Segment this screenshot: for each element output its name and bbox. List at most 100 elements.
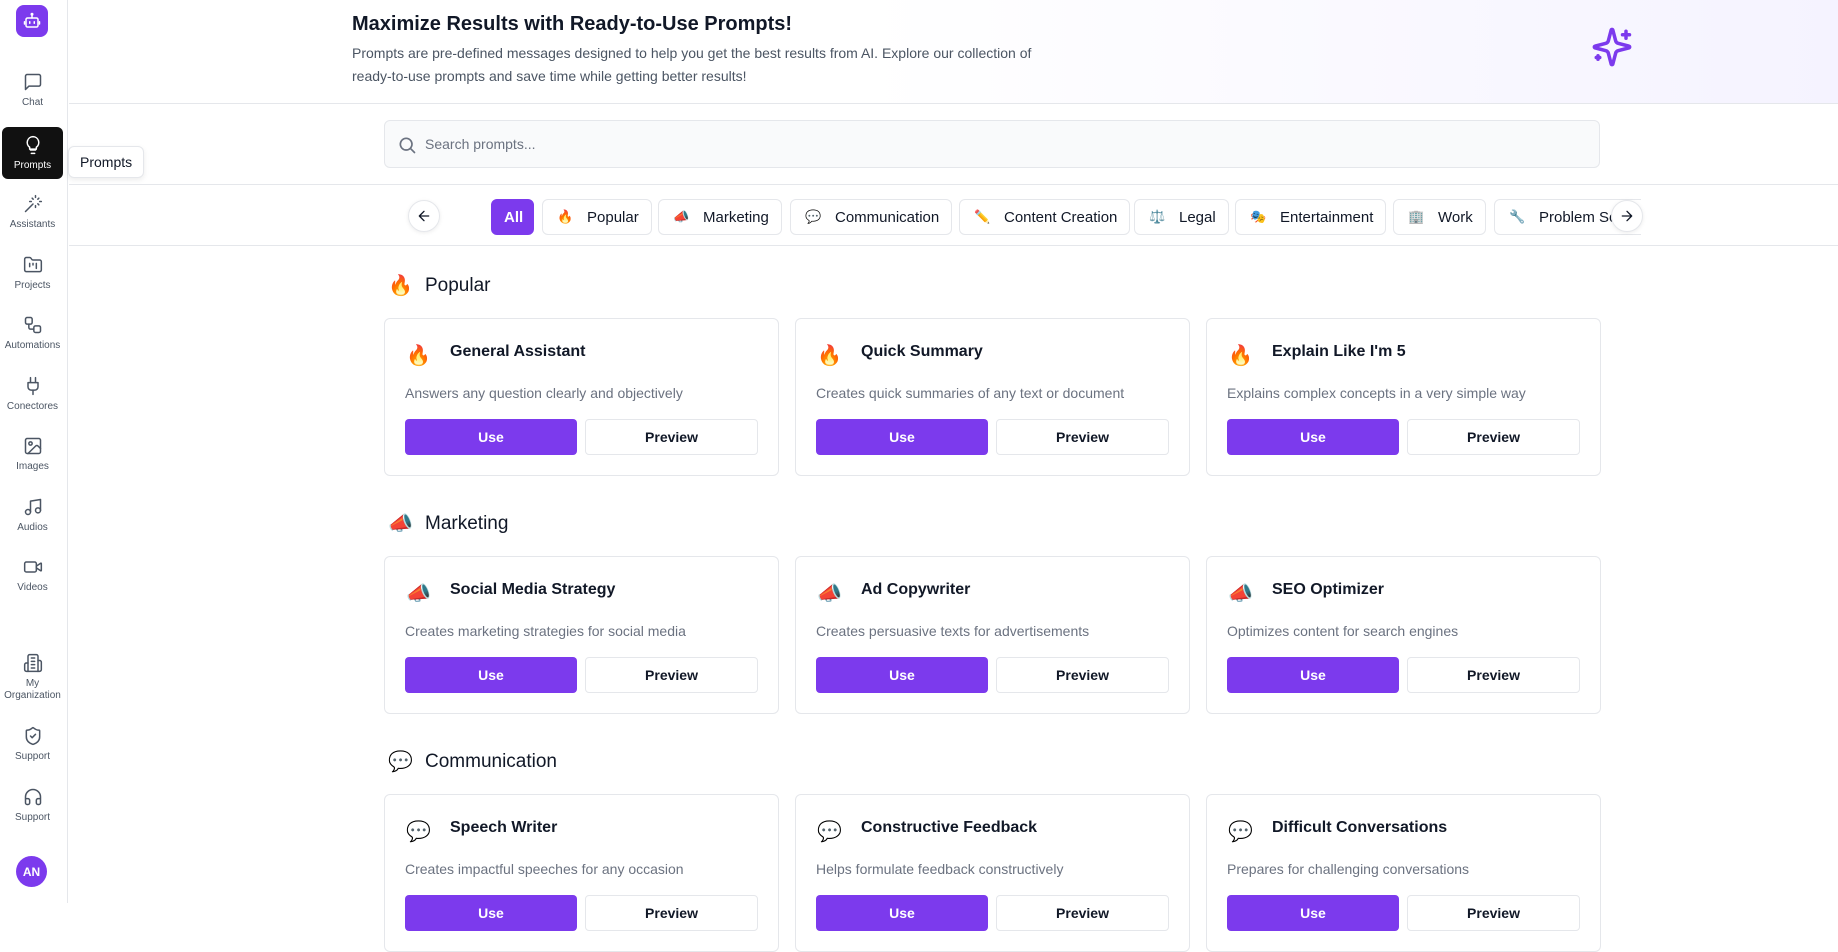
section-title-text: Communication — [425, 750, 557, 772]
sidebar-item-chat[interactable]: Chat — [2, 64, 63, 116]
card-title: Constructive Feedback — [861, 819, 1038, 836]
sidebar-item-label: Conectores — [6, 400, 59, 412]
use-button[interactable]: Use — [816, 657, 988, 693]
sidebar-item-projects[interactable]: Projects — [2, 247, 63, 299]
sidebar-item-label: My Organization — [4, 677, 61, 701]
wrench-icon: 🔧 — [1509, 209, 1526, 224]
category-chip-marketing[interactable]: 📣 Marketing — [658, 199, 782, 235]
sidebar-item-support[interactable]: Support — [2, 718, 63, 770]
sidebar-item-label: Support — [14, 811, 51, 823]
sidebar-item-prompts[interactable]: Prompts — [2, 127, 63, 179]
category-chip-popular[interactable]: 🔥 Popular — [542, 199, 652, 235]
sidebar-item-support-headphones[interactable]: Support — [2, 779, 63, 831]
sidebar-item-videos[interactable]: Videos — [2, 549, 63, 601]
preview-button[interactable]: Preview — [1407, 419, 1580, 455]
use-button[interactable]: Use — [1227, 895, 1399, 931]
chip-label: Entertainment — [1280, 208, 1374, 226]
prompt-card: 💬 Speech Writer Creates impactful speech… — [384, 794, 779, 952]
chip-label: All — [504, 208, 524, 226]
card-title: General Assistant — [450, 343, 586, 360]
sidebar-item-label: Prompts — [13, 159, 52, 171]
use-button[interactable]: Use — [405, 419, 577, 455]
prompt-card: 💬 Constructive Feedback Helps formulate … — [795, 794, 1190, 952]
office-building-icon: 🏢 — [1408, 209, 1425, 224]
use-button[interactable]: Use — [405, 657, 577, 693]
chip-label: Legal — [1179, 208, 1216, 226]
sidebar-item-my-organization[interactable]: My Organization — [2, 646, 63, 708]
preview-button[interactable]: Preview — [996, 657, 1169, 693]
sidebar-item-images[interactable]: Images — [2, 428, 63, 480]
card-description: Optimizes content for search engines — [1227, 623, 1459, 639]
prompt-card: 🔥 General Assistant Answers any question… — [384, 318, 779, 476]
chip-label: Communication — [835, 208, 940, 226]
category-bar: All 🔥 Popular 📣 Marketing 💬 Communicatio… — [69, 184, 1838, 246]
image-icon — [24, 437, 41, 454]
card-title: Speech Writer — [450, 819, 558, 836]
preview-button[interactable]: Preview — [996, 895, 1169, 931]
nav-tooltip: Prompts — [68, 146, 145, 178]
preview-button[interactable]: Preview — [585, 419, 758, 455]
card-description: Creates quick summaries of any text or d… — [816, 385, 1125, 401]
avatar[interactable]: AN — [16, 856, 47, 887]
megaphone-icon: 📣 — [388, 513, 413, 535]
sidebar-item-label: Support — [14, 750, 51, 762]
prompt-card: 📣 Social Media Strategy Creates marketin… — [384, 556, 779, 714]
preview-button[interactable]: Preview — [585, 657, 758, 693]
card-title: SEO Optimizer — [1272, 581, 1385, 598]
scroll-left-button[interactable] — [408, 200, 440, 232]
category-chip-work[interactable]: 🏢 Work — [1393, 199, 1486, 235]
use-button[interactable]: Use — [816, 895, 988, 931]
theater-masks-icon: 🎭 — [1250, 209, 1267, 224]
category-chip-entertainment[interactable]: 🎭 Entertainment — [1235, 199, 1387, 235]
category-chip-legal[interactable]: ⚖️ Legal — [1134, 199, 1229, 235]
sidebar-item-label: Chat — [21, 96, 44, 108]
prompt-card: 📣 SEO Optimizer Optimizes content for se… — [1206, 556, 1601, 714]
megaphone-icon: 📣 — [1228, 583, 1253, 605]
speech-bubble-icon: 💬 — [805, 209, 822, 224]
page-header: Maximize Results with Ready-to-Use Promp… — [69, 0, 1838, 104]
preview-button[interactable]: Preview — [585, 895, 758, 931]
card-title: Ad Copywriter — [861, 581, 971, 598]
scales-icon: ⚖️ — [1149, 209, 1166, 224]
sidebar-item-audios[interactable]: Audios — [2, 489, 63, 541]
chip-label: Marketing — [703, 208, 769, 226]
chip-label: Work — [1438, 208, 1473, 226]
speech-bubble-icon: 💬 — [388, 751, 413, 773]
sidebar-item-automations[interactable]: Automations — [2, 307, 63, 359]
robot-icon[interactable] — [16, 5, 48, 37]
pencil-icon: ✏️ — [974, 209, 991, 224]
preview-button[interactable]: Preview — [996, 419, 1169, 455]
category-chip-communication[interactable]: 💬 Communication — [790, 199, 953, 235]
card-title: Explain Like I'm 5 — [1272, 343, 1406, 360]
card-description: Creates impactful speeches for any occas… — [405, 861, 684, 877]
page-title: Maximize Results with Ready-to-Use Promp… — [352, 13, 793, 35]
card-title: Quick Summary — [861, 343, 983, 360]
category-scroll[interactable]: All 🔥 Popular 📣 Marketing 💬 Communicatio… — [404, 197, 1641, 235]
lightbulb-icon — [25, 135, 40, 154]
preview-button[interactable]: Preview — [1407, 657, 1580, 693]
use-button[interactable]: Use — [405, 895, 577, 931]
speech-bubble-icon: 💬 — [817, 821, 842, 843]
use-button[interactable]: Use — [1227, 657, 1399, 693]
music-icon — [24, 498, 41, 515]
speech-bubble-icon: 💬 — [1228, 821, 1253, 843]
megaphone-icon: 📣 — [406, 583, 431, 605]
use-button[interactable]: Use — [816, 419, 988, 455]
sidebar-item-assistants[interactable]: Assistants — [2, 186, 63, 238]
category-chip-content-creation[interactable]: ✏️ Content Creation — [959, 199, 1131, 235]
sidebar-item-conectores[interactable]: Conectores — [2, 368, 63, 420]
category-chip-all[interactable]: All — [491, 199, 535, 235]
use-button[interactable]: Use — [1227, 419, 1399, 455]
card-description: Creates persuasive texts for advertiseme… — [816, 623, 1090, 639]
search-input[interactable] — [425, 121, 1585, 167]
fire-icon: 🔥 — [817, 345, 842, 367]
sidebar: Chat Prompts Assistants Projects Automat… — [0, 0, 68, 903]
card-description: Helps formulate feedback constructively — [816, 861, 1064, 877]
prompt-card: 📣 Ad Copywriter Creates persuasive texts… — [795, 556, 1190, 714]
search-bar — [384, 120, 1600, 168]
scroll-right-button[interactable] — [1611, 200, 1643, 232]
chat-icon — [24, 73, 41, 90]
preview-button[interactable]: Preview — [1407, 895, 1580, 931]
workflow-icon — [24, 316, 41, 333]
card-description: Creates marketing strategies for social … — [405, 623, 686, 639]
